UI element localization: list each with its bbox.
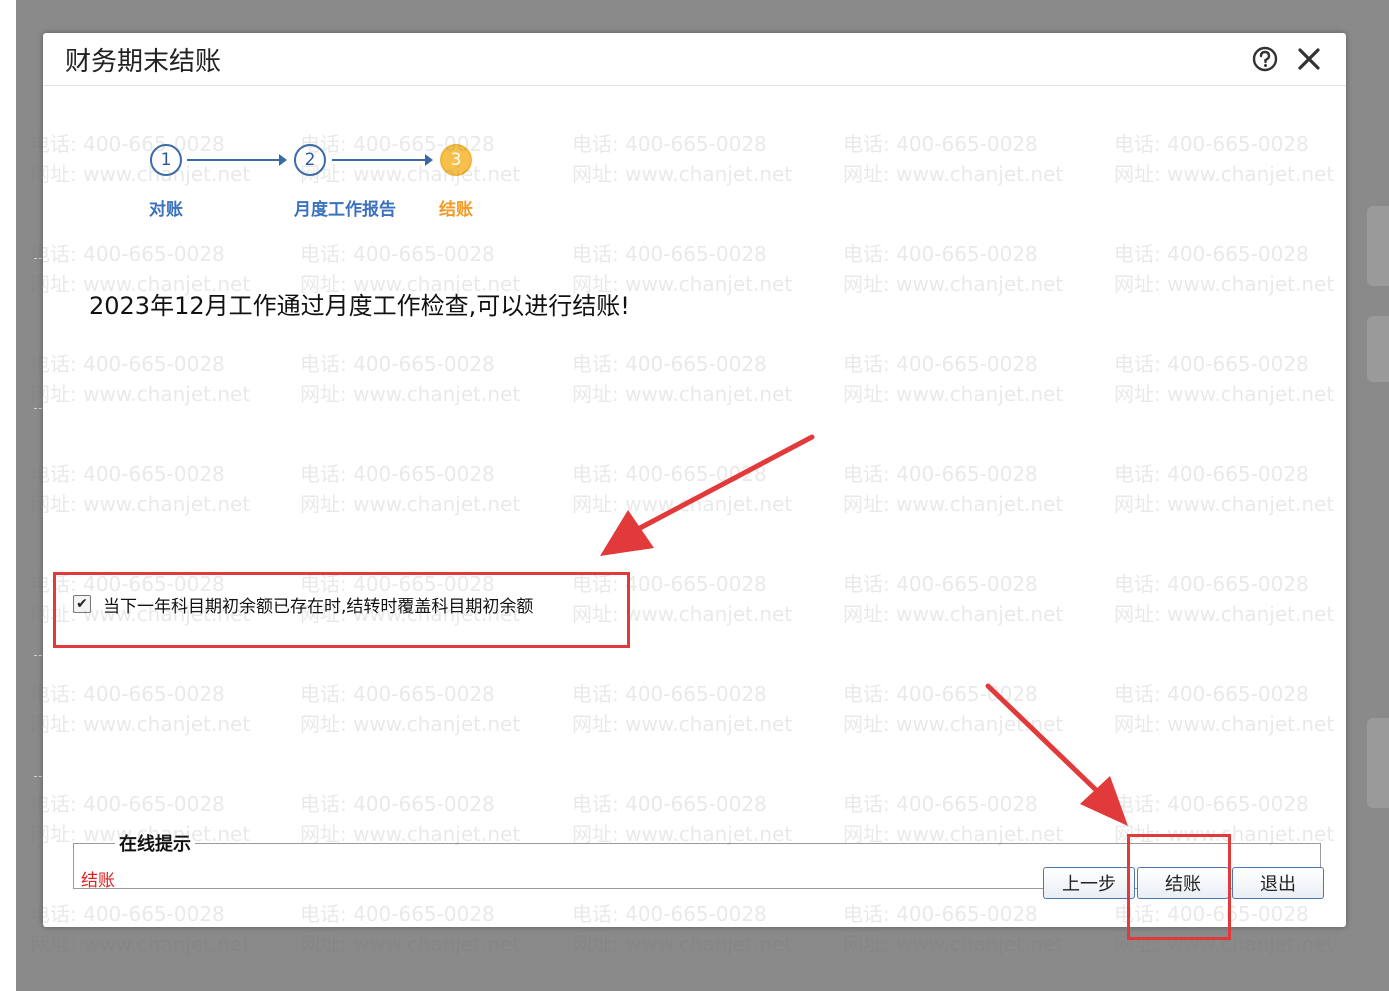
exit-button[interactable]: 退出 <box>1232 867 1324 899</box>
dialog-title-bar: 财务期末结账 <box>43 33 1346 86</box>
status-message: 2023年12月工作通过月度工作检查,可以进行结账! <box>89 292 630 320</box>
overwrite-opening-balance-label[interactable]: 当下一年科目期初余额已存在时,结转时覆盖科目期初余额 <box>103 592 533 617</box>
overwrite-opening-balance-checkbox[interactable]: ✔ <box>73 595 91 613</box>
step-1-circle: 1 <box>150 144 182 176</box>
background-side-tab <box>1367 206 1389 286</box>
step-arrow <box>332 154 433 166</box>
background-side-tab <box>1367 718 1389 808</box>
left-edge-strip <box>0 0 16 991</box>
online-hint-legend: 在线提示 <box>115 830 195 856</box>
period-close-dialog: 财务期末结账 1 2 3 对账 月度工作报告 结账 2023年12月工作通过月度… <box>43 33 1346 927</box>
previous-step-button[interactable]: 上一步 <box>1043 867 1135 899</box>
help-icon[interactable] <box>1251 45 1279 73</box>
step-1-label: 对账 <box>149 200 183 220</box>
close-icon[interactable] <box>1295 45 1323 73</box>
background-side-tab <box>1367 316 1389 382</box>
step-3-circle: 3 <box>440 144 472 176</box>
dialog-title: 财务期末结账 <box>65 47 222 77</box>
step-2-circle: 2 <box>294 144 326 176</box>
close-period-button[interactable]: 结账 <box>1137 867 1229 899</box>
online-hint-text: 结账 <box>81 871 115 891</box>
step-3-label: 结账 <box>439 200 473 220</box>
step-arrow <box>187 154 287 166</box>
step-2-label: 月度工作报告 <box>294 200 396 220</box>
